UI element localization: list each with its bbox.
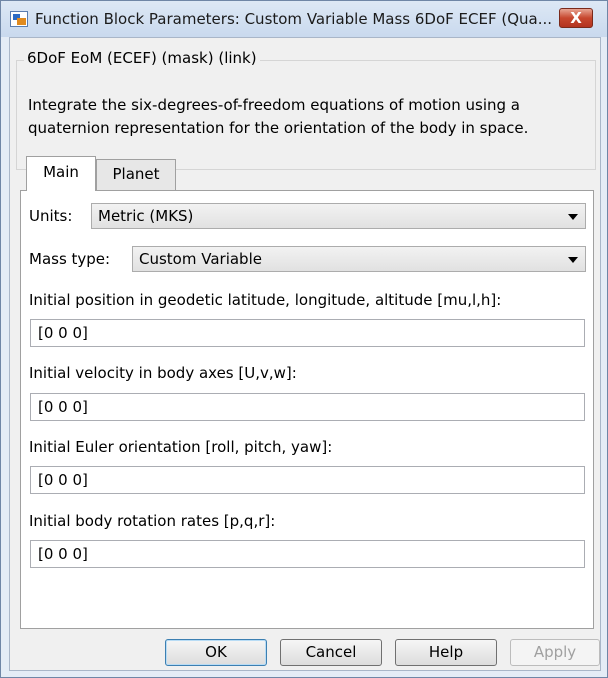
- help-button[interactable]: Help: [395, 639, 497, 666]
- initial-rates-label: Initial body rotation rates [p,q,r]:: [29, 512, 276, 530]
- simulink-block-icon: [10, 11, 28, 27]
- description-line-1: Integrate the six-degrees-of-freedom equ…: [28, 96, 520, 114]
- mass-type-dropdown[interactable]: Custom Variable: [132, 246, 586, 272]
- units-label: Units:: [29, 207, 73, 225]
- units-selected-value: Metric (MKS): [98, 207, 194, 225]
- initial-velocity-label: Initial velocity in body axes [U,v,w]:: [29, 364, 297, 382]
- chevron-down-icon: [568, 214, 578, 220]
- dialog-window: Function Block Parameters: Custom Variab…: [0, 0, 608, 678]
- mass-type-label: Mass type:: [29, 250, 111, 268]
- title-bar[interactable]: Function Block Parameters: Custom Variab…: [1, 1, 607, 37]
- tab-planet[interactable]: Planet: [96, 159, 176, 190]
- initial-position-label: Initial position in geodetic latitude, l…: [29, 291, 502, 309]
- initial-euler-label: Initial Euler orientation [roll, pitch, …: [29, 438, 333, 456]
- apply-button: Apply: [510, 639, 600, 666]
- initial-rates-field[interactable]: [0 0 0]: [30, 540, 585, 568]
- initial-position-field[interactable]: [0 0 0]: [30, 319, 585, 347]
- units-dropdown[interactable]: Metric (MKS): [91, 203, 586, 229]
- dialog-client-area: 6DoF EoM (ECEF) (mask) (link) Integrate …: [9, 37, 601, 671]
- description-line-2: quaternion representation for the orient…: [28, 119, 529, 137]
- mass-type-selected-value: Custom Variable: [139, 250, 262, 268]
- main-tab-panel: Units: Metric (MKS) Mass type: Custom Va…: [20, 190, 594, 629]
- block-type-legend: 6DoF EoM (ECEF) (mask) (link): [24, 49, 260, 67]
- initial-velocity-field[interactable]: [0 0 0]: [30, 393, 585, 421]
- ok-button[interactable]: OK: [165, 639, 267, 666]
- tab-main[interactable]: Main: [26, 156, 96, 191]
- initial-euler-field[interactable]: [0 0 0]: [30, 466, 585, 494]
- block-description: Integrate the six-degrees-of-freedom equ…: [28, 94, 588, 140]
- window-title: Function Block Parameters: Custom Variab…: [35, 10, 553, 28]
- chevron-down-icon: [568, 257, 578, 263]
- close-button[interactable]: X: [559, 8, 593, 28]
- cancel-button[interactable]: Cancel: [280, 639, 382, 666]
